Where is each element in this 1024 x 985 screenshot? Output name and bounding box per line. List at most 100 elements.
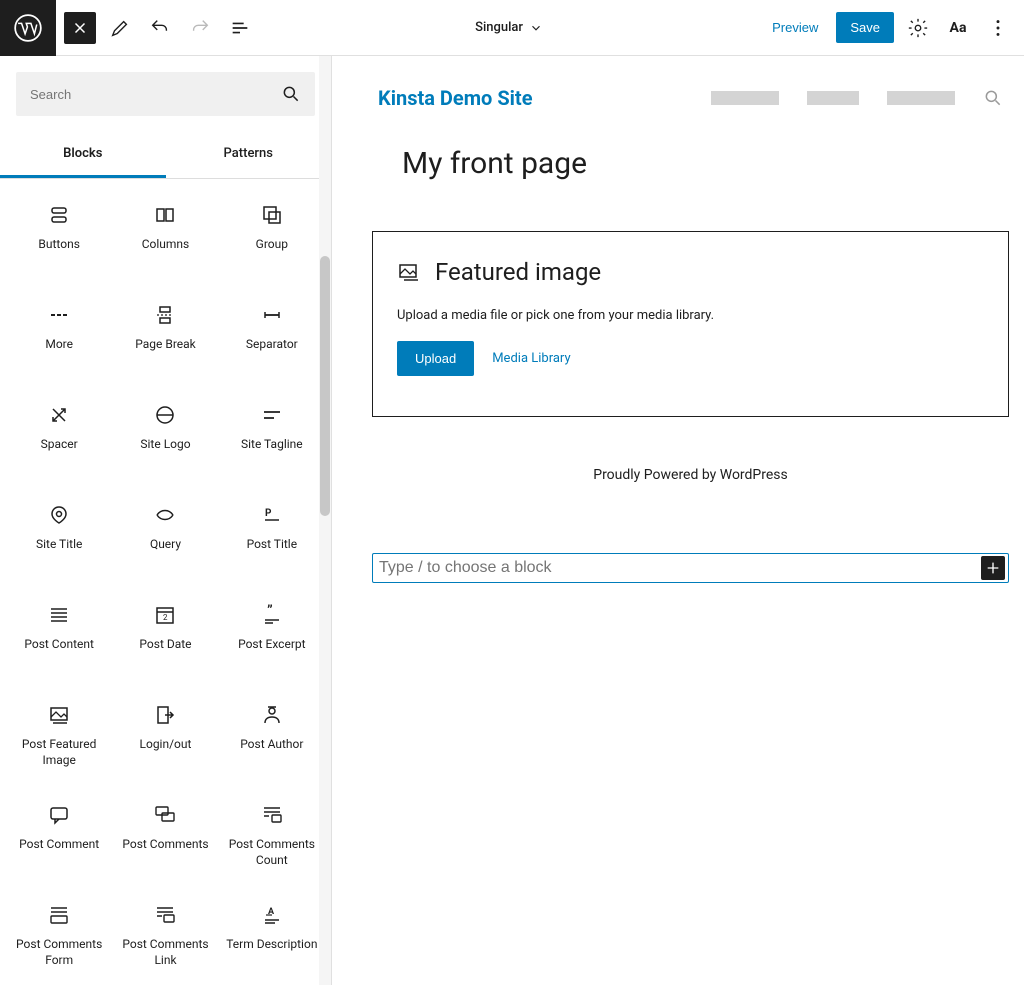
block-post-comment[interactable]: Post Comment: [6, 789, 112, 889]
template-label: Singular: [475, 20, 523, 35]
block-buttons[interactable]: Buttons: [6, 189, 112, 289]
main-area: Blocks Patterns ButtonsColumnsGroupMoreP…: [0, 56, 1024, 985]
tab-patterns[interactable]: Patterns: [166, 132, 332, 178]
nav-placeholder: [711, 91, 779, 105]
login-out-icon: [153, 703, 177, 727]
pencil-icon: [109, 17, 131, 39]
block-label: Term Description: [226, 937, 317, 953]
edit-tool-button[interactable]: [104, 12, 136, 44]
svg-text:2: 2: [163, 613, 168, 622]
footer-text-block[interactable]: Proudly Powered by WordPress: [372, 467, 1009, 483]
add-block-button[interactable]: [981, 556, 1005, 580]
svg-text:”: ”: [267, 603, 273, 619]
appender-input[interactable]: [379, 559, 1002, 577]
undo-button[interactable]: [144, 12, 176, 44]
styles-button[interactable]: Aa: [942, 12, 974, 44]
gear-icon: [907, 17, 929, 39]
block-label: Post Comment: [19, 837, 99, 853]
block-separator[interactable]: Separator: [219, 289, 325, 389]
undo-icon: [149, 17, 171, 39]
spacer-icon: [47, 403, 71, 427]
post-comment-icon: [47, 803, 71, 827]
block-group[interactable]: Group: [219, 189, 325, 289]
close-inserter-button[interactable]: [64, 12, 96, 44]
topbar-left-tools: [56, 12, 256, 44]
scrollbar-thumb[interactable]: [320, 256, 330, 516]
post-title-block[interactable]: My front page: [402, 146, 1009, 181]
block-post-featured-image[interactable]: Post Featured Image: [6, 689, 112, 789]
columns-icon: [153, 203, 177, 227]
block-columns[interactable]: Columns: [112, 189, 218, 289]
block-post-comments-count[interactable]: Post Comments Count: [219, 789, 325, 889]
block-label: Post Excerpt: [238, 637, 305, 653]
block-post-content[interactable]: Post Content: [6, 589, 112, 689]
redo-icon: [189, 17, 211, 39]
term-description-icon: A: [260, 903, 284, 927]
tab-blocks[interactable]: Blocks: [0, 132, 166, 178]
block-post-comments[interactable]: Post Comments: [112, 789, 218, 889]
block-label: Group: [256, 237, 288, 253]
block-label: Post Title: [247, 537, 297, 553]
search-input[interactable]: [30, 87, 281, 102]
block-post-comments-form[interactable]: Post Comments Form: [6, 889, 112, 985]
block-post-author[interactable]: Post Author: [219, 689, 325, 789]
block-post-excerpt[interactable]: ” Post Excerpt: [219, 589, 325, 689]
editor-topbar: Singular Preview Save Aa: [0, 0, 1024, 56]
upload-button[interactable]: Upload: [397, 341, 474, 376]
block-site-logo[interactable]: Site Logo: [112, 389, 218, 489]
block-query[interactable]: Query: [112, 489, 218, 589]
block-label: Site Title: [36, 537, 82, 553]
settings-button[interactable]: [902, 12, 934, 44]
post-comments-count-icon: [260, 803, 284, 827]
buttons-icon: [47, 203, 71, 227]
block-page-break[interactable]: Page Break: [112, 289, 218, 389]
search-icon: [281, 84, 301, 104]
editor-canvas: Kinsta Demo Site My front page Featured …: [332, 56, 1024, 985]
block-label: Login/out: [140, 737, 192, 753]
save-button[interactable]: Save: [836, 12, 894, 43]
topbar-right-tools: Preview Save Aa: [762, 12, 1024, 44]
group-icon: [260, 203, 284, 227]
sidebar-scrollbar[interactable]: [319, 56, 331, 985]
block-post-comments-link[interactable]: Post Comments Link: [112, 889, 218, 985]
site-logo-icon: [153, 403, 177, 427]
navigation-block[interactable]: [711, 88, 1003, 108]
block-search[interactable]: [16, 72, 315, 116]
site-title-block[interactable]: Kinsta Demo Site: [378, 86, 533, 110]
list-view-button[interactable]: [224, 12, 256, 44]
post-comments-link-icon: [153, 903, 177, 927]
block-more[interactable]: More: [6, 289, 112, 389]
block-post-date[interactable]: 2Post Date: [112, 589, 218, 689]
block-site-tagline[interactable]: Site Tagline: [219, 389, 325, 489]
block-post-title[interactable]: P Post Title: [219, 489, 325, 589]
media-library-link[interactable]: Media Library: [492, 351, 570, 366]
block-spacer[interactable]: Spacer: [6, 389, 112, 489]
svg-text:P: P: [265, 508, 272, 519]
block-login-out[interactable]: Login/out: [112, 689, 218, 789]
blocks-panel: Buttons Columns Group MorePage Break Separat…: [0, 179, 331, 985]
site-header-block: Kinsta Demo Site: [372, 86, 1009, 110]
block-label: Buttons: [38, 237, 80, 253]
search-icon[interactable]: [983, 88, 1003, 108]
wordpress-logo[interactable]: [0, 0, 56, 56]
featured-image-placeholder[interactable]: Featured image Upload a media file or pi…: [372, 231, 1009, 417]
featured-image-title: Featured image: [435, 258, 601, 286]
inserter-tabs: Blocks Patterns: [0, 132, 331, 179]
more-options-button[interactable]: [982, 12, 1014, 44]
featured-image-icon: [397, 260, 421, 284]
redo-button[interactable]: [184, 12, 216, 44]
chevron-down-icon: [529, 21, 543, 35]
block-label: Separator: [246, 337, 298, 353]
block-label: Spacer: [41, 437, 78, 453]
block-term-description[interactable]: A Term Description: [219, 889, 325, 985]
list-view-icon: [229, 17, 251, 39]
block-inserter-panel: Blocks Patterns ButtonsColumnsGroupMoreP…: [0, 56, 332, 985]
more-icon: [47, 303, 71, 327]
wordpress-icon: [14, 14, 42, 42]
block-label: Post Comments Count: [223, 837, 321, 868]
block-appender[interactable]: [372, 553, 1009, 583]
template-selector[interactable]: Singular: [256, 20, 762, 35]
block-site-title[interactable]: Site Title: [6, 489, 112, 589]
nav-placeholder: [887, 91, 955, 105]
preview-button[interactable]: Preview: [762, 14, 828, 41]
